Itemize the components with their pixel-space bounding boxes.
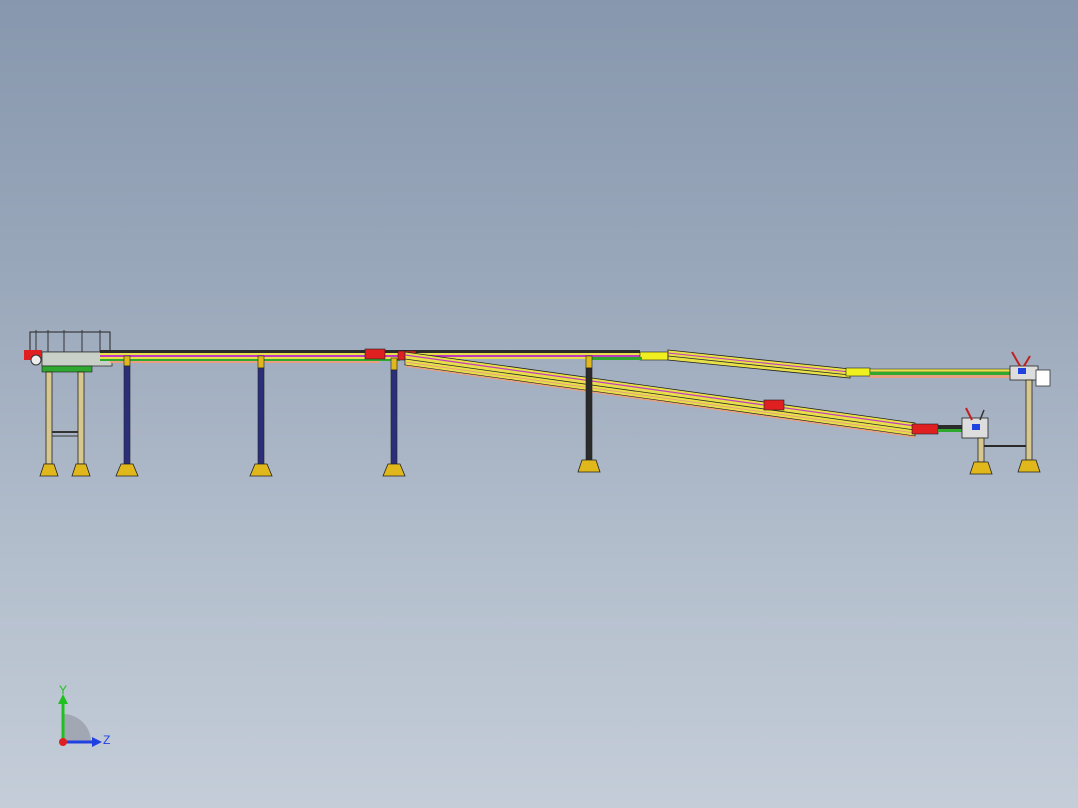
lower-incline-rail[interactable] xyxy=(404,351,966,438)
conveyor-model[interactable] xyxy=(0,0,1078,808)
yellow-block-1 xyxy=(639,351,669,361)
red-block-3 xyxy=(763,399,785,411)
triad-quadrant-shape xyxy=(63,714,91,742)
upper-incline-rail[interactable] xyxy=(667,349,1011,379)
x-axis-dot xyxy=(59,738,67,746)
yellow-block-2 xyxy=(845,367,871,377)
upper-horizontal-rail[interactable] xyxy=(100,348,669,363)
orientation-triad: Y Z xyxy=(58,684,110,747)
left-station-frame[interactable] xyxy=(24,330,113,477)
cad-viewport[interactable]: Y Z xyxy=(0,0,1078,808)
support-leg-3 xyxy=(382,357,406,477)
y-axis-label: Y xyxy=(59,684,67,697)
support-leg-2 xyxy=(249,355,273,477)
red-block-4 xyxy=(911,423,939,435)
z-axis-label: Z xyxy=(103,733,110,747)
red-block-1 xyxy=(364,348,386,360)
support-leg-1 xyxy=(115,355,139,477)
support-leg-4 xyxy=(577,355,601,473)
